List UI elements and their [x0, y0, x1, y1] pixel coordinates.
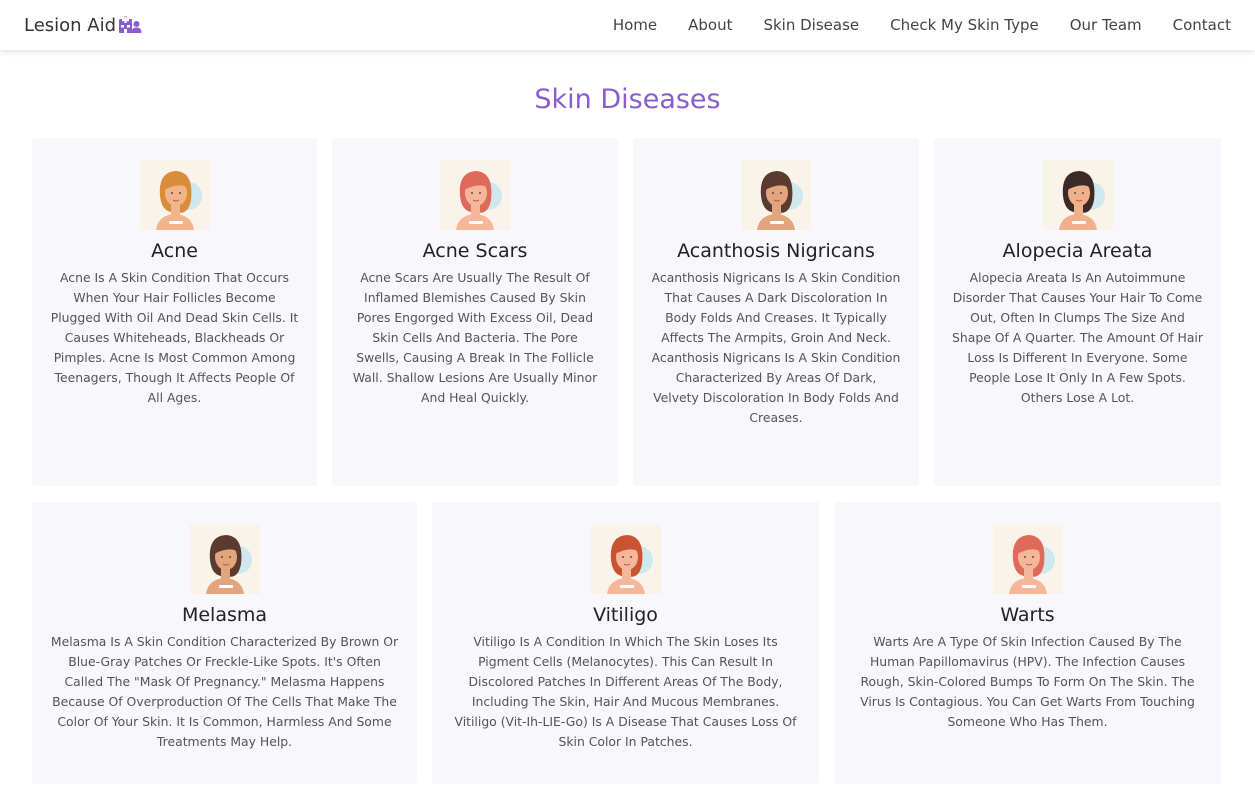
disease-card-melasma: Melasma Melasma Is A Skin Condition Char…	[32, 502, 417, 784]
card-title: Vitiligo	[593, 604, 658, 626]
disease-card-warts: Warts Warts Are A Type Of Skin Infection…	[834, 502, 1221, 784]
card-title: Acanthosis Nigricans	[677, 240, 875, 262]
card-title: Warts	[1000, 604, 1055, 626]
avatar-icon	[139, 160, 210, 230]
disease-card-acne-scars: Acne Scars Acne Scars Are Usually The Re…	[332, 138, 618, 486]
nav-links: Home About Skin Disease Check My Skin Ty…	[613, 16, 1231, 34]
avatar-icon	[590, 524, 661, 594]
card-description: Warts Are A Type Of Skin Infection Cause…	[860, 634, 1195, 729]
navbar: Lesion Aid Home About Skin Disease Check…	[0, 0, 1255, 50]
card-title: Melasma	[181, 604, 268, 626]
brand-logo[interactable]: Lesion Aid	[24, 15, 142, 36]
nav-contact[interactable]: Contact	[1173, 16, 1231, 34]
avatar-icon	[992, 524, 1063, 594]
disease-card-acanthosis-nigricans: Acanthosis Nigricans Acanthosis Nigrican…	[633, 138, 919, 486]
card-description: Acne Is A Skin Condition That Occurs Whe…	[50, 270, 299, 405]
card-description: Melasma Is A Skin Condition Characterize…	[50, 634, 399, 749]
nav-skin-disease[interactable]: Skin Disease	[763, 16, 859, 34]
card-description: Acne Scars Are Usually The Result Of Inf…	[352, 270, 598, 405]
avatar-icon	[440, 160, 510, 230]
card-title: Acne	[151, 240, 198, 262]
brand-name: Lesion Aid	[24, 14, 117, 36]
disease-card-acne: Acne Acne Is A Skin Condition That Occur…	[32, 138, 317, 486]
card-description: Acanthosis Nigricans Is A Skin Condition…	[651, 270, 901, 425]
disease-card-vitiligo: Vitiligo Vitiligo Is A Condition In Whic…	[432, 502, 819, 784]
card-description: Vitiligo Is A Condition In Which The Ski…	[454, 634, 797, 749]
page-title: Skin Diseases	[534, 84, 721, 115]
hospital-user-icon	[118, 16, 142, 34]
avatar-icon	[189, 524, 260, 594]
disease-card-alopecia-areata: Alopecia Areata Alopecia Areata Is An Au…	[934, 138, 1221, 486]
nav-home[interactable]: Home	[613, 16, 657, 34]
avatar-icon	[741, 160, 811, 230]
nav-about[interactable]: About	[688, 16, 732, 34]
avatar-icon	[1042, 160, 1113, 230]
card-title: Acne Scars	[422, 240, 528, 262]
card-title: Alopecia Areata	[1002, 240, 1153, 262]
nav-our-team[interactable]: Our Team	[1070, 16, 1142, 34]
nav-check-skin-type[interactable]: Check My Skin Type	[890, 16, 1039, 34]
card-description: Alopecia Areata Is An Autoimmune Disorde…	[952, 270, 1203, 405]
